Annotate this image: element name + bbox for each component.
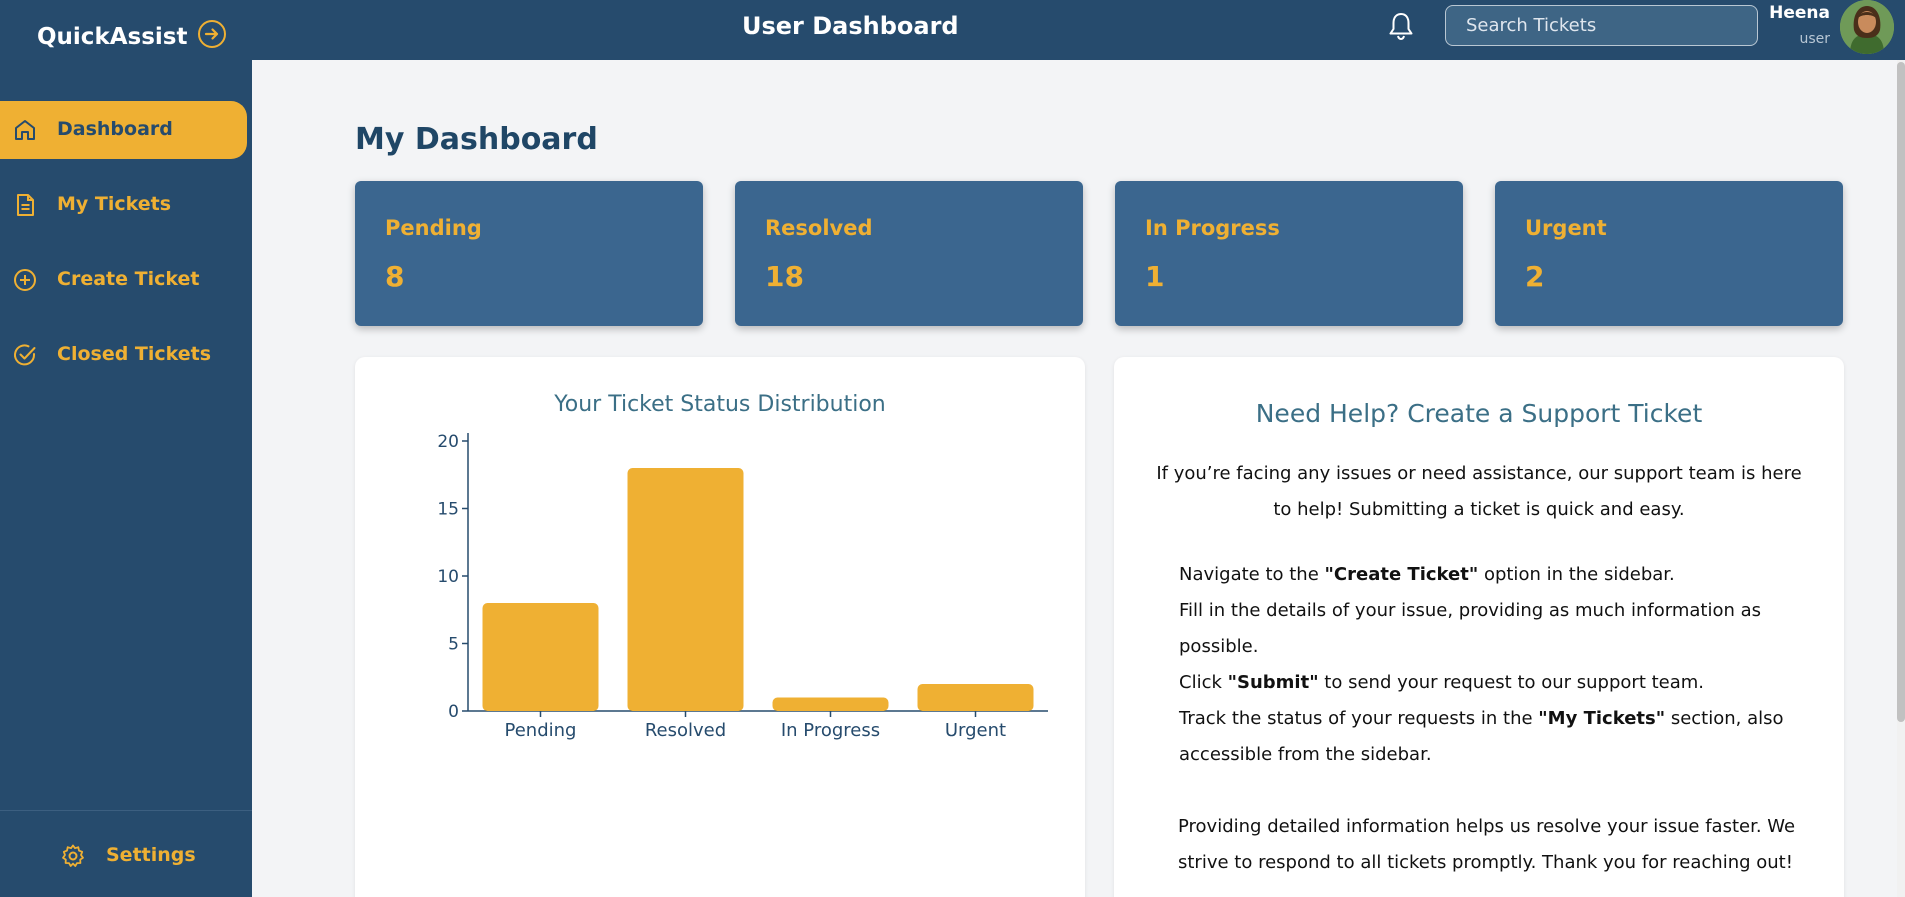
stat-value: 18	[765, 260, 804, 293]
sidebar-item-create-ticket[interactable]: Create Ticket	[0, 251, 247, 309]
settings-button[interactable]: Settings	[58, 836, 208, 876]
sidebar-item-label: My Tickets	[57, 193, 172, 215]
bar-chart: 0 5 10 15 20 Pending Resolved In Progress Urgent	[437, 432, 1048, 741]
document-icon	[17, 194, 34, 216]
brand-logo: QuickAssist	[37, 24, 188, 50]
y-tick-label: 10	[437, 567, 459, 587]
bar-urgent	[917, 684, 1034, 711]
help-steps: Navigate to the "Create Ticket" option i…	[1179, 557, 1794, 773]
settings-label: Settings	[106, 844, 196, 866]
page-heading: User Dashboard	[742, 12, 959, 40]
help-step: Fill in the details of your issue, provi…	[1179, 600, 1761, 657]
y-tick-label: 5	[448, 635, 459, 655]
gear-icon	[62, 844, 84, 867]
main-content: My Dashboard Pending 8 Resolved 18 In Pr…	[252, 60, 1905, 897]
arrow-right-icon	[204, 28, 219, 40]
stat-label: Resolved	[765, 216, 873, 240]
help-outro: Providing detailed information helps us …	[1178, 816, 1796, 873]
sidebar-item-label: Dashboard	[57, 118, 173, 140]
y-tick-label: 0	[448, 702, 459, 722]
x-tick-label: In Progress	[781, 720, 880, 741]
y-tick-label: 15	[437, 500, 459, 520]
home-icon	[15, 120, 35, 140]
help-step: Click "Submit" to send your request to o…	[1179, 672, 1705, 693]
search-input[interactable]	[1445, 5, 1758, 46]
scroll-thumb[interactable]	[1897, 62, 1905, 722]
top-bar: QuickAssist User Dashboard Heena user	[0, 0, 1905, 60]
page-title: My Dashboard	[355, 122, 598, 157]
avatar[interactable]	[1840, 0, 1894, 54]
x-tick-label: Pending	[505, 720, 577, 741]
stat-label: Pending	[385, 216, 482, 240]
x-tick-label: Resolved	[645, 720, 726, 741]
help-step: Navigate to the "Create Ticket" option i…	[1179, 564, 1675, 585]
stat-card-pending: Pending 8	[355, 181, 703, 326]
page-scrollbar[interactable]	[1897, 60, 1905, 897]
sidebar-item-label: Create Ticket	[57, 268, 200, 290]
bar-resolved	[627, 468, 744, 711]
help-title: Need Help? Create a Support Ticket	[1255, 399, 1703, 428]
sidebar-item-closed-tickets[interactable]: Closed Tickets	[0, 326, 247, 384]
stat-value: 1	[1145, 260, 1165, 293]
help-panel: Need Help? Create a Support Ticket If yo…	[1114, 357, 1844, 897]
user-role: user	[1799, 31, 1830, 47]
x-tick-label: Urgent	[945, 720, 1006, 741]
plus-circle-icon	[14, 269, 36, 291]
help-intro: If you’re facing any issues or need assi…	[1156, 463, 1802, 520]
sidebar-divider	[0, 810, 252, 811]
sidebar-item-my-tickets[interactable]: My Tickets	[0, 176, 247, 234]
help-step: Track the status of your requests in the…	[1179, 708, 1784, 765]
stat-card-resolved: Resolved 18	[735, 181, 1083, 326]
collapse-sidebar-button[interactable]	[198, 20, 226, 48]
notification-bell-icon[interactable]	[1387, 10, 1415, 42]
chart-title: Your Ticket Status Distribution	[554, 392, 886, 417]
stat-value: 8	[385, 260, 405, 293]
check-circle-icon	[14, 344, 36, 366]
sidebar: Dashboard My Tickets Create Ticket Close…	[0, 60, 252, 897]
stat-label: In Progress	[1145, 216, 1280, 240]
bar-pending	[482, 603, 599, 711]
sidebar-item-dashboard[interactable]: Dashboard	[0, 101, 247, 159]
sidebar-item-label: Closed Tickets	[57, 343, 212, 365]
stat-label: Urgent	[1525, 216, 1607, 240]
stat-card-in-progress: In Progress 1	[1115, 181, 1463, 326]
stat-value: 2	[1525, 260, 1545, 293]
stat-card-urgent: Urgent 2	[1495, 181, 1843, 326]
chart-panel: 0 5 10 15 20 Pending Resolved In Progress Urgent…	[355, 357, 1085, 897]
bar-in-progress	[772, 697, 889, 711]
y-tick-label: 20	[437, 432, 459, 452]
user-name: Heena	[1769, 3, 1830, 23]
user-avatar-icon	[1840, 0, 1894, 54]
